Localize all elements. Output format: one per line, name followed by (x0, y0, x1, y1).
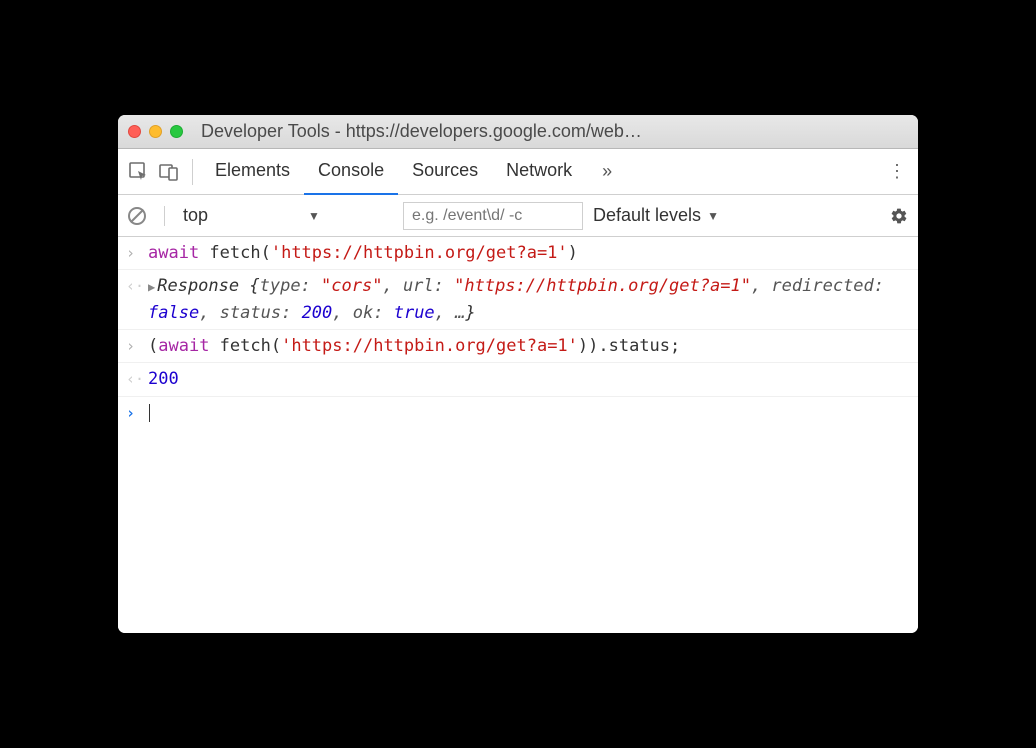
tab-network[interactable]: Network (492, 149, 586, 195)
input-chevron-icon: › (126, 240, 148, 265)
kebab-menu-icon[interactable]: ⋮ (882, 161, 912, 182)
filter-input[interactable] (403, 202, 583, 230)
context-selector[interactable]: top ▼ (183, 205, 393, 226)
tabbar: Elements Console Sources Network » ⋮ (118, 149, 918, 195)
context-label: top (183, 205, 208, 226)
output-chevron-icon: ‹· (126, 273, 148, 298)
minimize-window-button[interactable] (149, 125, 162, 138)
inspect-element-icon[interactable] (124, 157, 154, 187)
console-toolbar: top ▼ Default levels ▼ (118, 195, 918, 237)
expand-triangle-icon[interactable]: ▶ (148, 280, 155, 294)
divider (192, 159, 193, 185)
input-chevron-icon: › (126, 333, 148, 358)
tab-console[interactable]: Console (304, 149, 398, 195)
clear-console-icon[interactable] (128, 207, 146, 225)
console-output-row: ‹· ▶Response {type: "cors", url: "https:… (118, 270, 918, 330)
chevron-down-icon: ▼ (707, 209, 719, 223)
maximize-window-button[interactable] (170, 125, 183, 138)
tabs-overflow-button[interactable]: » (592, 161, 622, 182)
console-input[interactable] (148, 400, 910, 426)
close-window-button[interactable] (128, 125, 141, 138)
divider (164, 206, 165, 226)
caret (149, 404, 150, 422)
console-input-row: › (await fetch('https://httpbin.org/get?… (118, 330, 918, 363)
device-toolbar-icon[interactable] (154, 157, 184, 187)
traffic-lights (128, 125, 183, 138)
console-prompt-row[interactable]: › (118, 397, 918, 429)
console-output: › await fetch('https://httpbin.org/get?a… (118, 237, 918, 633)
output-chevron-icon: ‹· (126, 366, 148, 391)
titlebar: Developer Tools - https://developers.goo… (118, 115, 918, 149)
prompt-chevron-icon: › (126, 400, 148, 425)
console-code: await fetch('https://httpbin.org/get?a=1… (148, 240, 910, 266)
levels-label: Default levels (593, 205, 701, 226)
log-levels-selector[interactable]: Default levels ▼ (593, 205, 719, 226)
console-input-row: › await fetch('https://httpbin.org/get?a… (118, 237, 918, 270)
chevron-down-icon: ▼ (308, 209, 320, 223)
console-object[interactable]: ▶Response {type: "cors", url: "https://h… (148, 273, 910, 326)
console-output-row: ‹· 200 (118, 363, 918, 396)
window-title: Developer Tools - https://developers.goo… (201, 121, 908, 142)
devtools-window: Developer Tools - https://developers.goo… (118, 115, 918, 633)
tab-sources[interactable]: Sources (398, 149, 492, 195)
tab-elements[interactable]: Elements (201, 149, 304, 195)
gear-icon[interactable] (890, 207, 908, 225)
console-value: 200 (148, 366, 910, 392)
console-code: (await fetch('https://httpbin.org/get?a=… (148, 333, 910, 359)
